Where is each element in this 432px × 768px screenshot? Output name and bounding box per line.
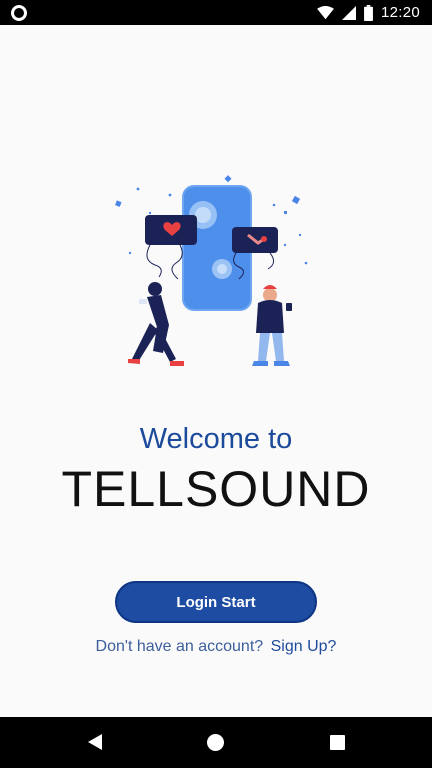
welcome-screen: Welcome to TELLSOUND Login Start Don't h… — [0, 25, 432, 717]
wifi-icon — [317, 5, 334, 19]
back-icon[interactable] — [86, 733, 104, 751]
status-icons: 12:20 — [317, 0, 420, 25]
home-icon[interactable] — [207, 734, 224, 751]
status-time: 12:20 — [380, 4, 420, 21]
sign-up-link[interactable]: Sign Up? — [271, 638, 337, 655]
status-bar: 12:20 — [0, 0, 432, 25]
recent-apps-icon[interactable] — [330, 735, 345, 750]
login-start-button[interactable]: Login Start — [115, 581, 317, 623]
navigation-bar — [0, 717, 432, 768]
login-start-label: Login Start — [176, 593, 256, 611]
signup-prompt: Don't have an account? — [95, 638, 264, 655]
welcome-text: Welcome to — [139, 423, 293, 455]
app-name-title: TELLSOUND — [61, 461, 371, 517]
record-icon — [11, 5, 27, 21]
people-with-phone-illustration — [115, 175, 308, 366]
signup-row: Don't have an account? Sign Up? — [0, 638, 432, 656]
signal-icon — [341, 5, 356, 20]
battery-icon — [364, 4, 373, 21]
